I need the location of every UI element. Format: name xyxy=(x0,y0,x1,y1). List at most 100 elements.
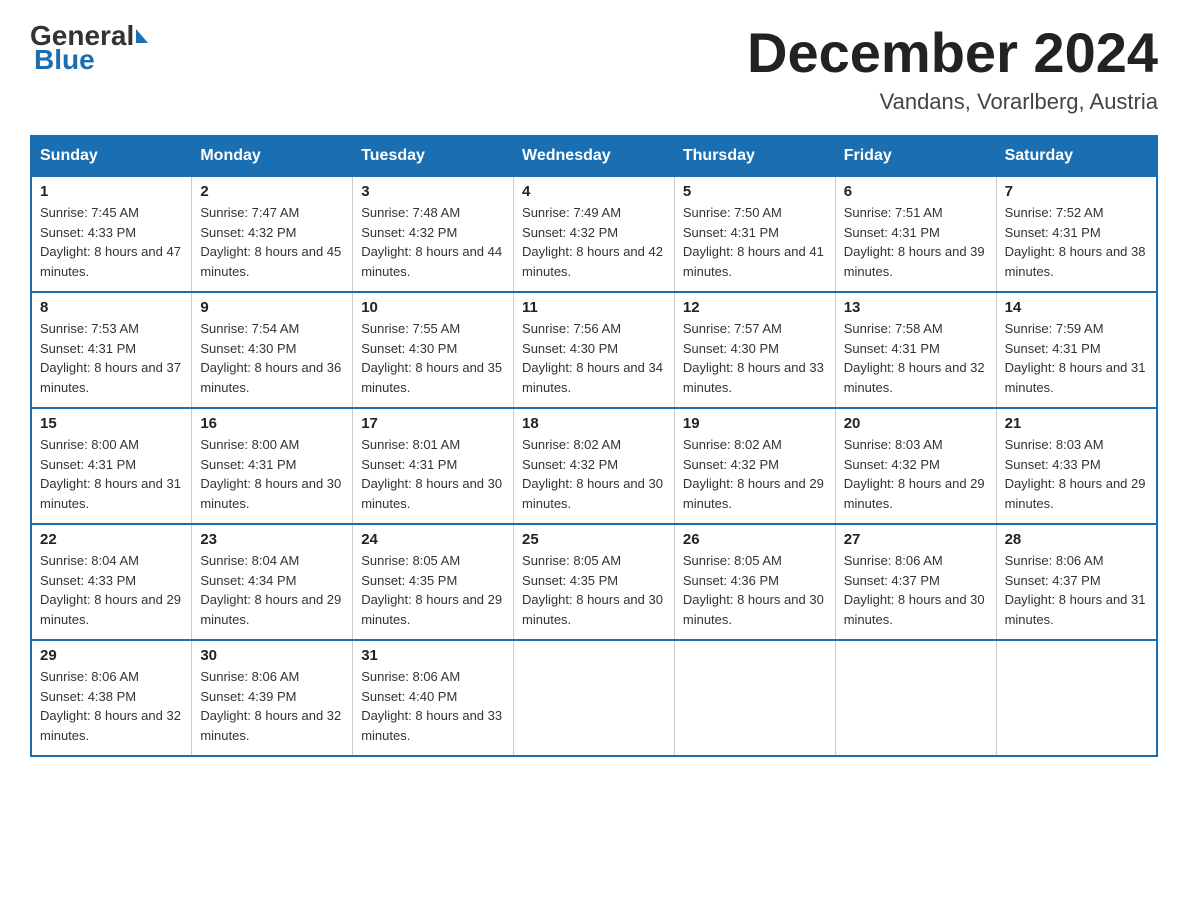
day-number: 27 xyxy=(844,531,988,548)
calendar-week-5: 29 Sunrise: 8:06 AM Sunset: 4:38 PM Dayl… xyxy=(31,640,1157,756)
day-info: Sunrise: 8:04 AM Sunset: 4:34 PM Dayligh… xyxy=(200,551,344,629)
sunrise-label: Sunrise: 8:05 AM xyxy=(361,553,460,568)
day-number: 18 xyxy=(522,415,666,432)
day-info: Sunrise: 7:58 AM Sunset: 4:31 PM Dayligh… xyxy=(844,319,988,397)
sunrise-label: Sunrise: 8:04 AM xyxy=(200,553,299,568)
calendar-cell: 26 Sunrise: 8:05 AM Sunset: 4:36 PM Dayl… xyxy=(674,524,835,640)
calendar-cell: 5 Sunrise: 7:50 AM Sunset: 4:31 PM Dayli… xyxy=(674,176,835,292)
calendar-cell: 15 Sunrise: 8:00 AM Sunset: 4:31 PM Dayl… xyxy=(31,408,192,524)
sunrise-label: Sunrise: 7:47 AM xyxy=(200,205,299,220)
month-title: December 2024 xyxy=(747,20,1158,85)
calendar-cell: 31 Sunrise: 8:06 AM Sunset: 4:40 PM Dayl… xyxy=(353,640,514,756)
day-info: Sunrise: 8:00 AM Sunset: 4:31 PM Dayligh… xyxy=(200,435,344,513)
day-info: Sunrise: 8:06 AM Sunset: 4:39 PM Dayligh… xyxy=(200,667,344,745)
sunset-label: Sunset: 4:32 PM xyxy=(844,457,940,472)
calendar-cell: 19 Sunrise: 8:02 AM Sunset: 4:32 PM Dayl… xyxy=(674,408,835,524)
sunrise-label: Sunrise: 8:01 AM xyxy=(361,437,460,452)
calendar-cell: 29 Sunrise: 8:06 AM Sunset: 4:38 PM Dayl… xyxy=(31,640,192,756)
sunrise-label: Sunrise: 7:56 AM xyxy=(522,321,621,336)
sunset-label: Sunset: 4:32 PM xyxy=(522,457,618,472)
day-number: 13 xyxy=(844,299,988,316)
calendar-cell: 11 Sunrise: 7:56 AM Sunset: 4:30 PM Dayl… xyxy=(514,292,675,408)
day-number: 2 xyxy=(200,183,344,200)
calendar-week-3: 15 Sunrise: 8:00 AM Sunset: 4:31 PM Dayl… xyxy=(31,408,1157,524)
sunset-label: Sunset: 4:31 PM xyxy=(40,341,136,356)
sunrise-label: Sunrise: 7:53 AM xyxy=(40,321,139,336)
calendar-cell: 1 Sunrise: 7:45 AM Sunset: 4:33 PM Dayli… xyxy=(31,176,192,292)
daylight-label: Daylight: 8 hours and 31 minutes. xyxy=(1005,360,1146,395)
daylight-label: Daylight: 8 hours and 44 minutes. xyxy=(361,244,502,279)
sunrise-label: Sunrise: 8:03 AM xyxy=(1005,437,1104,452)
col-saturday: Saturday xyxy=(996,136,1157,176)
calendar-cell: 23 Sunrise: 8:04 AM Sunset: 4:34 PM Dayl… xyxy=(192,524,353,640)
calendar-cell: 24 Sunrise: 8:05 AM Sunset: 4:35 PM Dayl… xyxy=(353,524,514,640)
sunset-label: Sunset: 4:33 PM xyxy=(40,573,136,588)
calendar-cell: 18 Sunrise: 8:02 AM Sunset: 4:32 PM Dayl… xyxy=(514,408,675,524)
page-header: General Blue December 2024 Vandans, Vora… xyxy=(30,20,1158,115)
sunrise-label: Sunrise: 7:52 AM xyxy=(1005,205,1104,220)
day-number: 14 xyxy=(1005,299,1148,316)
calendar-week-4: 22 Sunrise: 8:04 AM Sunset: 4:33 PM Dayl… xyxy=(31,524,1157,640)
col-thursday: Thursday xyxy=(674,136,835,176)
day-number: 15 xyxy=(40,415,183,432)
day-info: Sunrise: 8:00 AM Sunset: 4:31 PM Dayligh… xyxy=(40,435,183,513)
day-number: 30 xyxy=(200,647,344,664)
daylight-label: Daylight: 8 hours and 30 minutes. xyxy=(200,476,341,511)
col-sunday: Sunday xyxy=(31,136,192,176)
sunrise-label: Sunrise: 8:02 AM xyxy=(683,437,782,452)
day-info: Sunrise: 8:06 AM Sunset: 4:40 PM Dayligh… xyxy=(361,667,505,745)
calendar-cell: 17 Sunrise: 8:01 AM Sunset: 4:31 PM Dayl… xyxy=(353,408,514,524)
sunset-label: Sunset: 4:40 PM xyxy=(361,689,457,704)
sunset-label: Sunset: 4:31 PM xyxy=(40,457,136,472)
day-number: 23 xyxy=(200,531,344,548)
sunset-label: Sunset: 4:32 PM xyxy=(200,225,296,240)
day-info: Sunrise: 8:03 AM Sunset: 4:33 PM Dayligh… xyxy=(1005,435,1148,513)
day-number: 31 xyxy=(361,647,505,664)
sunset-label: Sunset: 4:30 PM xyxy=(683,341,779,356)
daylight-label: Daylight: 8 hours and 35 minutes. xyxy=(361,360,502,395)
daylight-label: Daylight: 8 hours and 29 minutes. xyxy=(40,592,181,627)
calendar-cell: 8 Sunrise: 7:53 AM Sunset: 4:31 PM Dayli… xyxy=(31,292,192,408)
calendar-cell: 12 Sunrise: 7:57 AM Sunset: 4:30 PM Dayl… xyxy=(674,292,835,408)
sunset-label: Sunset: 4:39 PM xyxy=(200,689,296,704)
calendar-cell xyxy=(996,640,1157,756)
daylight-label: Daylight: 8 hours and 30 minutes. xyxy=(522,476,663,511)
calendar-cell: 16 Sunrise: 8:00 AM Sunset: 4:31 PM Dayl… xyxy=(192,408,353,524)
title-area: December 2024 Vandans, Vorarlberg, Austr… xyxy=(747,20,1158,115)
col-monday: Monday xyxy=(192,136,353,176)
daylight-label: Daylight: 8 hours and 30 minutes. xyxy=(361,476,502,511)
daylight-label: Daylight: 8 hours and 30 minutes. xyxy=(844,592,985,627)
day-number: 25 xyxy=(522,531,666,548)
sunset-label: Sunset: 4:32 PM xyxy=(683,457,779,472)
day-number: 20 xyxy=(844,415,988,432)
daylight-label: Daylight: 8 hours and 29 minutes. xyxy=(361,592,502,627)
calendar-table: Sunday Monday Tuesday Wednesday Thursday… xyxy=(30,135,1158,757)
daylight-label: Daylight: 8 hours and 47 minutes. xyxy=(40,244,181,279)
daylight-label: Daylight: 8 hours and 29 minutes. xyxy=(1005,476,1146,511)
daylight-label: Daylight: 8 hours and 32 minutes. xyxy=(844,360,985,395)
day-number: 19 xyxy=(683,415,827,432)
day-info: Sunrise: 8:05 AM Sunset: 4:35 PM Dayligh… xyxy=(361,551,505,629)
daylight-label: Daylight: 8 hours and 34 minutes. xyxy=(522,360,663,395)
day-info: Sunrise: 7:47 AM Sunset: 4:32 PM Dayligh… xyxy=(200,203,344,281)
day-info: Sunrise: 8:02 AM Sunset: 4:32 PM Dayligh… xyxy=(683,435,827,513)
day-info: Sunrise: 7:59 AM Sunset: 4:31 PM Dayligh… xyxy=(1005,319,1148,397)
sunset-label: Sunset: 4:31 PM xyxy=(1005,341,1101,356)
day-info: Sunrise: 7:55 AM Sunset: 4:30 PM Dayligh… xyxy=(361,319,505,397)
sunrise-label: Sunrise: 8:05 AM xyxy=(522,553,621,568)
calendar-cell: 14 Sunrise: 7:59 AM Sunset: 4:31 PM Dayl… xyxy=(996,292,1157,408)
day-info: Sunrise: 8:01 AM Sunset: 4:31 PM Dayligh… xyxy=(361,435,505,513)
sunrise-label: Sunrise: 8:05 AM xyxy=(683,553,782,568)
day-info: Sunrise: 7:57 AM Sunset: 4:30 PM Dayligh… xyxy=(683,319,827,397)
day-number: 7 xyxy=(1005,183,1148,200)
day-info: Sunrise: 7:45 AM Sunset: 4:33 PM Dayligh… xyxy=(40,203,183,281)
calendar-cell: 27 Sunrise: 8:06 AM Sunset: 4:37 PM Dayl… xyxy=(835,524,996,640)
sunset-label: Sunset: 4:38 PM xyxy=(40,689,136,704)
day-number: 26 xyxy=(683,531,827,548)
daylight-label: Daylight: 8 hours and 38 minutes. xyxy=(1005,244,1146,279)
daylight-label: Daylight: 8 hours and 39 minutes. xyxy=(844,244,985,279)
sunrise-label: Sunrise: 7:55 AM xyxy=(361,321,460,336)
sunrise-label: Sunrise: 8:00 AM xyxy=(200,437,299,452)
calendar-header-row: Sunday Monday Tuesday Wednesday Thursday… xyxy=(31,136,1157,176)
daylight-label: Daylight: 8 hours and 41 minutes. xyxy=(683,244,824,279)
